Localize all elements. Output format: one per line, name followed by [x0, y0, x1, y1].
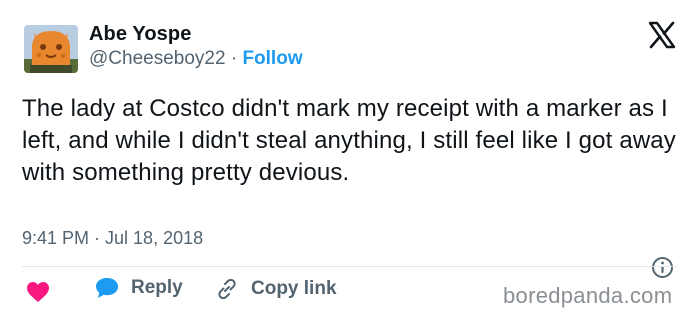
tweet-text: The lady at Costco didn't mark my receip… [22, 95, 676, 186]
handle-row: @Cheeseboy22 · Follow [89, 48, 303, 70]
like-button[interactable] [26, 281, 50, 303]
display-name[interactable]: Abe Yospe [89, 23, 191, 46]
link-icon [218, 278, 236, 300]
info-icon[interactable] [651, 256, 674, 279]
timestamp-link[interactable]: 9:41 PM · Jul 18, 2018 [22, 228, 203, 249]
handle[interactable]: @Cheeseboy22 [89, 48, 226, 69]
reply-label: Reply [131, 277, 183, 298]
copy-link-label: Copy link [251, 278, 337, 299]
avatar-image [24, 25, 78, 73]
avatar[interactable] [24, 25, 78, 73]
copy-link-button[interactable]: Copy link [215, 277, 337, 301]
heart-icon [27, 282, 49, 302]
reply-button[interactable]: Reply [95, 277, 183, 299]
x-logo-icon[interactable] [647, 20, 677, 50]
speech-bubble-icon [96, 278, 118, 298]
divider [22, 266, 678, 267]
separator-dot: · [225, 48, 243, 69]
watermark: boredpanda.com [503, 283, 673, 308]
follow-button[interactable]: Follow [242, 48, 302, 69]
